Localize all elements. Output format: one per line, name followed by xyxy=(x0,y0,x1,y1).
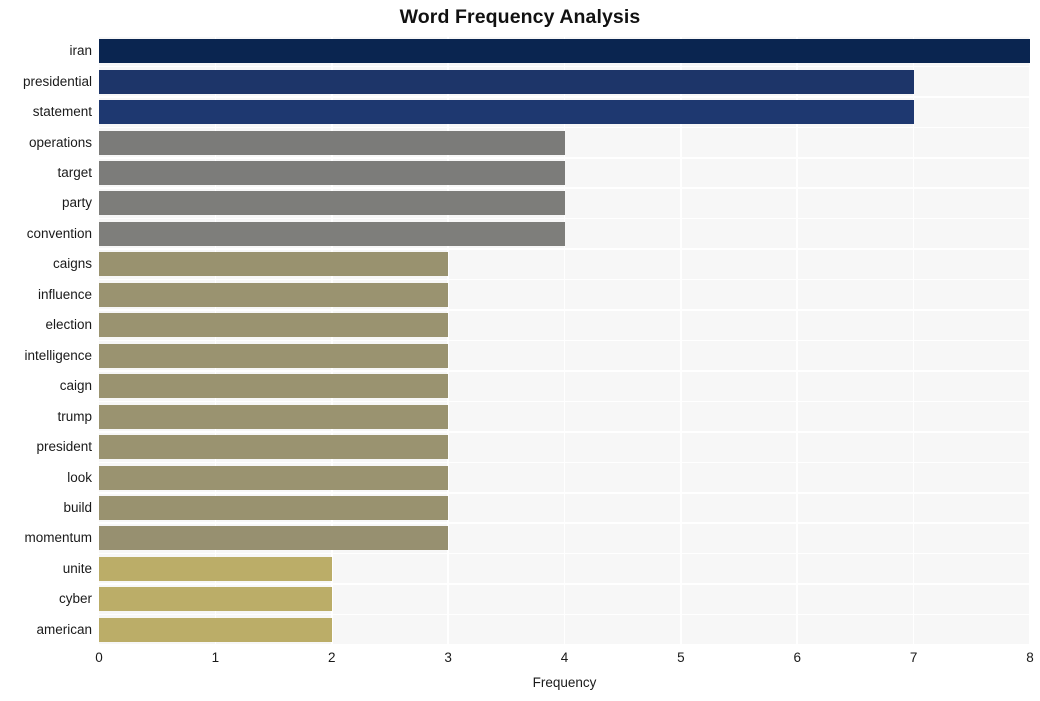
gridline-horizontal xyxy=(99,491,1030,494)
bar[interactable] xyxy=(99,161,565,186)
plot-area xyxy=(99,36,1030,645)
bar[interactable] xyxy=(99,221,565,246)
y-axis-tick-label: party xyxy=(61,195,92,211)
y-axis-tick-label: presidential xyxy=(22,73,92,89)
gridline-horizontal xyxy=(99,431,1030,433)
gridline-horizontal xyxy=(99,217,1030,220)
x-axis-tick-label: 8 xyxy=(1026,650,1034,665)
y-axis-tick-label: momentum xyxy=(24,530,92,546)
y-axis-tick-label: operations xyxy=(28,134,92,150)
gridline-horizontal xyxy=(99,96,1030,98)
y-axis-tick-label: trump xyxy=(57,408,92,424)
x-axis-tick-label: 1 xyxy=(211,650,220,665)
bar[interactable] xyxy=(99,313,449,338)
gridline-horizontal xyxy=(99,248,1030,250)
x-axis-tick-label: 0 xyxy=(95,650,103,665)
x-axis-tick-label: 2 xyxy=(327,650,336,665)
x-axis-tick-label: 4 xyxy=(560,650,569,665)
bar[interactable] xyxy=(99,374,449,399)
x-axis-tick-label: 3 xyxy=(444,650,452,665)
x-axis-tick-label: 5 xyxy=(677,650,685,665)
gridline-horizontal xyxy=(99,522,1030,524)
gridline-horizontal xyxy=(99,461,1030,464)
gridline-horizontal xyxy=(99,126,1030,129)
y-axis-tick-label: american xyxy=(36,621,92,637)
word-frequency-chart: Word Frequency Analysis iran presidential… xyxy=(0,0,1040,701)
bar[interactable] xyxy=(99,435,449,460)
gridline-horizontal xyxy=(99,583,1030,585)
x-axis-title: Frequency xyxy=(532,675,597,690)
y-axis-tick-label: convention xyxy=(26,225,92,241)
x-axis-tick-label: 6 xyxy=(793,650,802,665)
gridline-horizontal xyxy=(99,552,1030,555)
bar[interactable] xyxy=(99,465,449,490)
bar[interactable] xyxy=(99,343,449,368)
bar[interactable] xyxy=(99,404,449,429)
y-axis-labels: iran presidential statement operations targe… xyxy=(0,36,92,645)
y-axis-tick-label: caign xyxy=(59,378,92,394)
bar[interactable] xyxy=(99,130,565,155)
bar[interactable] xyxy=(99,191,565,216)
x-axis-tick-label: 7 xyxy=(909,650,918,665)
bar[interactable] xyxy=(99,526,449,551)
chart-title: Word Frequency Analysis xyxy=(399,6,641,28)
bar[interactable] xyxy=(99,587,332,612)
gridline-horizontal xyxy=(99,36,1030,37)
bar[interactable] xyxy=(99,282,449,307)
y-axis-tick-label: influence xyxy=(37,286,92,302)
y-axis-tick-label: look xyxy=(67,469,92,485)
y-axis-tick-label: build xyxy=(63,499,92,515)
gridline-horizontal xyxy=(99,65,1030,68)
bar[interactable] xyxy=(99,252,449,277)
gridline-horizontal xyxy=(99,157,1030,159)
gridline-horizontal xyxy=(99,644,1030,645)
gridline-horizontal xyxy=(99,309,1030,311)
x-axis-ticks: 0 1 2 3 4 5 6 7 8 xyxy=(0,650,1040,670)
bar[interactable] xyxy=(99,617,332,642)
gridline-horizontal xyxy=(99,187,1030,190)
bar[interactable] xyxy=(99,39,1030,64)
y-axis-tick-label: statement xyxy=(32,104,92,120)
y-axis-tick-label: caigns xyxy=(52,256,92,272)
gridline-horizontal xyxy=(99,370,1030,372)
gridline-horizontal xyxy=(99,613,1030,616)
y-axis-tick-label: election xyxy=(45,317,92,333)
bar[interactable] xyxy=(99,495,449,520)
gridline-horizontal xyxy=(99,400,1030,403)
bar[interactable] xyxy=(99,100,914,125)
bar[interactable] xyxy=(99,556,332,581)
y-axis-tick-label: unite xyxy=(62,560,92,576)
y-axis-tick-label: target xyxy=(57,165,92,181)
y-axis-tick-label: president xyxy=(36,439,92,455)
gridline-horizontal xyxy=(99,278,1030,281)
bar[interactable] xyxy=(99,69,914,94)
y-axis-tick-label: cyber xyxy=(58,591,92,607)
y-axis-tick-label: intelligence xyxy=(24,347,92,363)
gridline-horizontal xyxy=(99,339,1030,342)
y-axis-tick-label: iran xyxy=(69,43,92,59)
